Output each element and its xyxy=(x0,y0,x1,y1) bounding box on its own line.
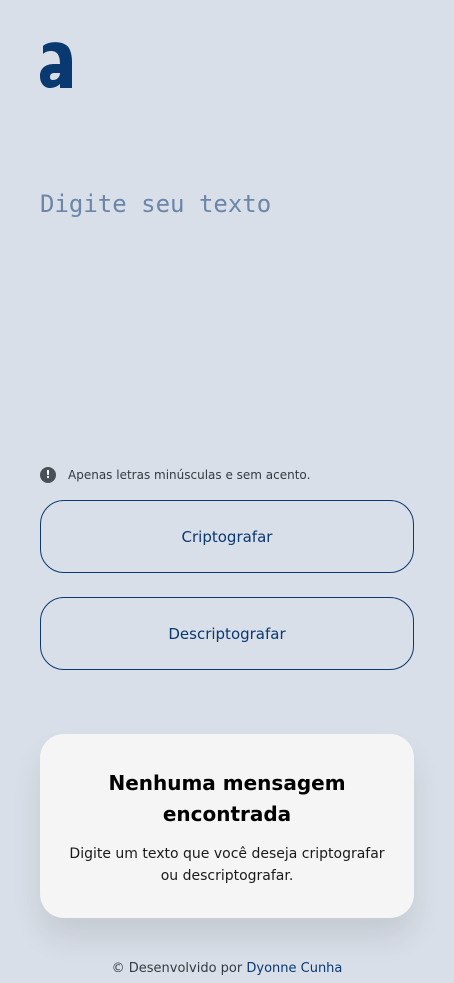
encrypt-button[interactable]: Criptografar xyxy=(40,500,414,573)
output-card: Nenhuma mensagem encontrada Digite um te… xyxy=(40,734,414,918)
decrypt-button[interactable]: Descriptografar xyxy=(40,597,414,670)
output-title: Nenhuma mensagem encontrada xyxy=(108,771,346,826)
message-input[interactable] xyxy=(40,186,414,436)
footer-prefix: © Desenvolvido por xyxy=(111,961,243,976)
exclamation-icon: ! xyxy=(40,466,56,483)
decrypt-button-label: Descriptografar xyxy=(168,624,286,643)
encrypt-button-label: Criptografar xyxy=(181,527,273,546)
author-link[interactable]: Dyonne Cunha xyxy=(246,961,342,976)
output-message: Digite um texto que você deseja criptogr… xyxy=(69,846,385,884)
footer: © Desenvolvido por Dyonne Cunha xyxy=(0,960,454,978)
alura-logo-icon xyxy=(40,42,72,88)
hint-text: Apenas letras minúsculas e sem acento. xyxy=(68,467,311,482)
input-hint: ! Apenas letras minúsculas e sem acento. xyxy=(40,466,310,483)
